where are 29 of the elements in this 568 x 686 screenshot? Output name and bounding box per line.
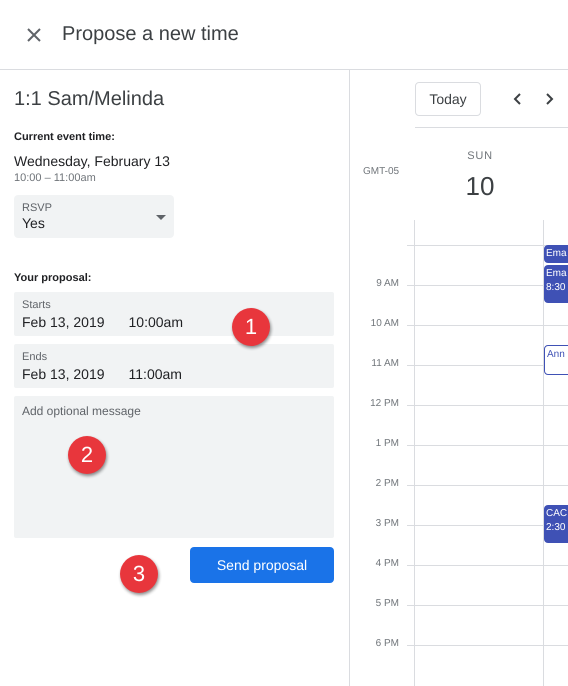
section-label: Your proposal: bbox=[14, 272, 92, 284]
hour-label: 10 AM bbox=[370, 318, 399, 329]
rsvp-dropdown[interactable]: RSVP Yes bbox=[14, 195, 174, 238]
step-number-badge: 3 bbox=[120, 555, 158, 593]
timezone-label: GMT-05 bbox=[363, 166, 400, 177]
event-date: Wednesday, February 13 bbox=[14, 153, 171, 169]
event-chip[interactable]: Ema bbox=[544, 245, 568, 263]
hour-label: 12 PM bbox=[369, 398, 399, 409]
today-button[interactable]: Today bbox=[415, 82, 481, 116]
dialog-title: Propose a new time bbox=[62, 23, 239, 46]
hour-label: 1 PM bbox=[374, 438, 399, 449]
date-time-field[interactable]: Ends Feb 13, 2019 11:00am bbox=[14, 344, 334, 388]
hour-label: 3 PM bbox=[374, 518, 399, 529]
event-title: 1:1 Sam/Melinda bbox=[14, 88, 166, 111]
weekday-label: SUN bbox=[466, 150, 494, 162]
hour-label: 6 PM bbox=[374, 638, 399, 649]
hour-label: 9 AM bbox=[375, 278, 399, 289]
hour-label: 2 PM bbox=[374, 478, 399, 489]
event-chip[interactable]: Ema 8:30 bbox=[544, 265, 568, 303]
hour-label: 5 PM bbox=[374, 598, 399, 609]
event-chip[interactable]: Ann bbox=[544, 345, 568, 375]
hour-label: 4 PM bbox=[374, 558, 399, 569]
send-button[interactable]: Send proposal bbox=[190, 547, 334, 583]
section-label: Current event time: bbox=[14, 131, 116, 143]
caret-icon bbox=[156, 215, 166, 220]
hour-label: 11 AM bbox=[370, 358, 399, 369]
event-time: 10:00 – 11:00am bbox=[14, 172, 97, 184]
event-chip[interactable]: CAC 2:30 bbox=[544, 505, 568, 543]
day-number[interactable]: 10 bbox=[415, 171, 545, 202]
